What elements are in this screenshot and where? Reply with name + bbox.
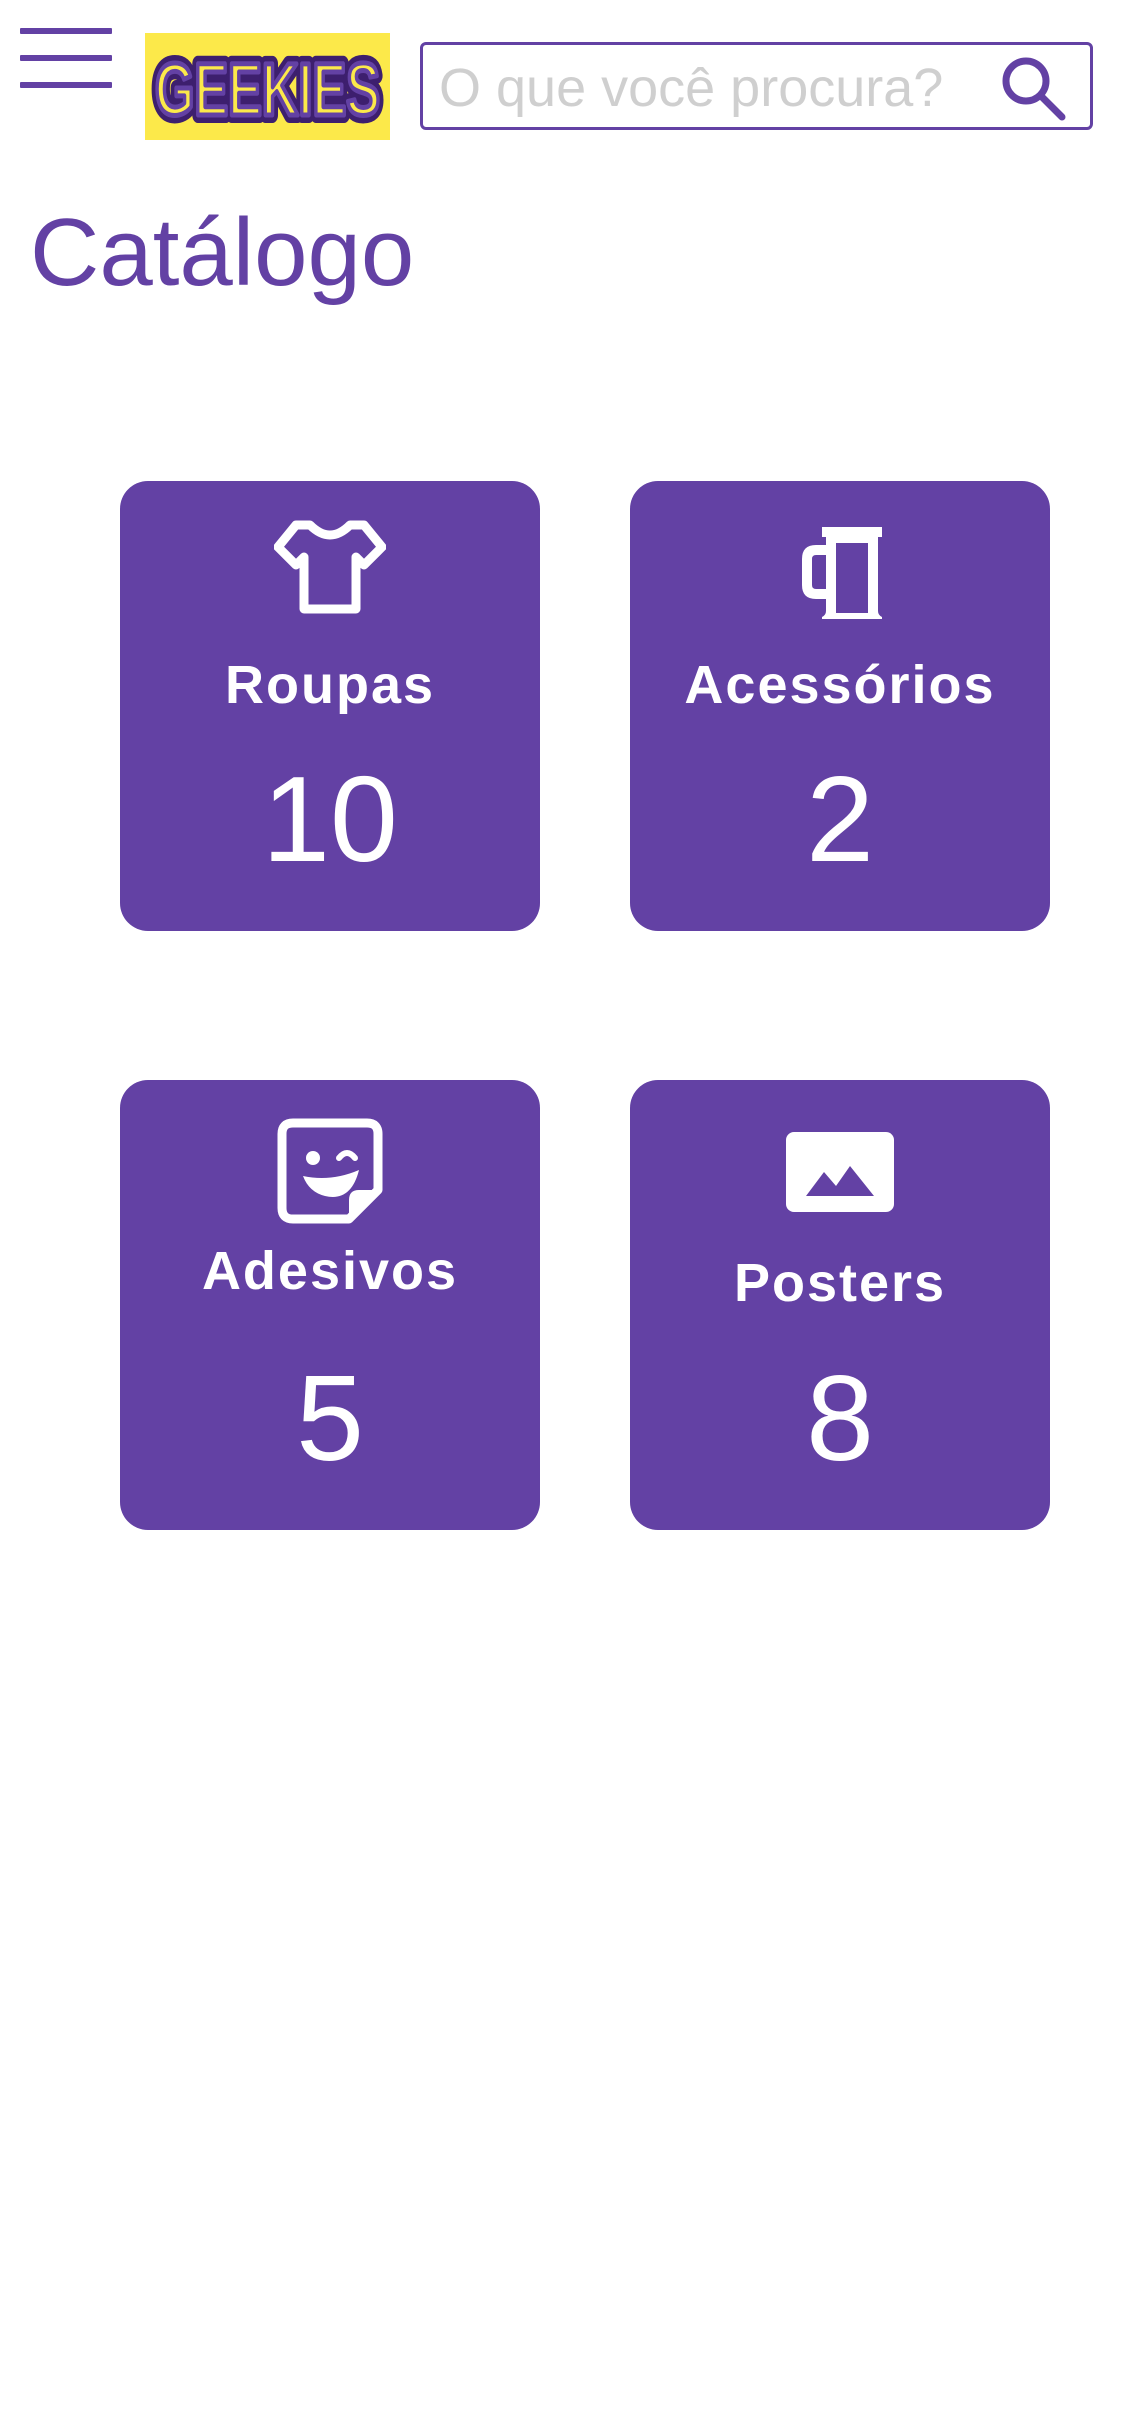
search-icon[interactable] — [998, 53, 1068, 123]
category-count: 2 — [806, 751, 874, 887]
category-card-adesivos[interactable]: Adesivos 5 — [120, 1080, 540, 1530]
search-bar — [420, 42, 1093, 130]
search-input[interactable] — [439, 53, 999, 123]
category-label: Adesivos — [201, 1241, 459, 1301]
page-title: Catálogo — [30, 199, 415, 306]
tshirt-icon — [273, 519, 387, 620]
category-count: 8 — [806, 1350, 874, 1486]
menu-bar — [20, 55, 112, 61]
category-count: 5 — [296, 1350, 364, 1486]
menu-bar — [20, 28, 112, 34]
category-count: 10 — [262, 751, 398, 887]
logo-wordmark: GEEKIES GEEKIES — [147, 40, 388, 139]
geekies-logo[interactable]: GEEKIES GEEKIES — [145, 33, 390, 140]
svg-text:GEEKIES: GEEKIES — [155, 48, 380, 131]
sticker-icon — [277, 1118, 383, 1229]
image-icon — [784, 1130, 896, 1219]
category-card-acessorios[interactable]: Acessórios 2 — [630, 481, 1050, 931]
category-card-posters[interactable]: Posters 8 — [630, 1080, 1050, 1530]
mug-icon — [792, 519, 888, 628]
category-label: Posters — [733, 1253, 947, 1313]
hamburger-menu-icon[interactable] — [20, 28, 112, 92]
app-header: GEEKIES GEEKIES — [0, 0, 1125, 160]
menu-bar — [20, 82, 112, 88]
category-card-roupas[interactable]: Roupas 10 — [120, 481, 540, 931]
category-label: Roupas — [224, 655, 436, 715]
category-label: Acessórios — [684, 655, 996, 715]
